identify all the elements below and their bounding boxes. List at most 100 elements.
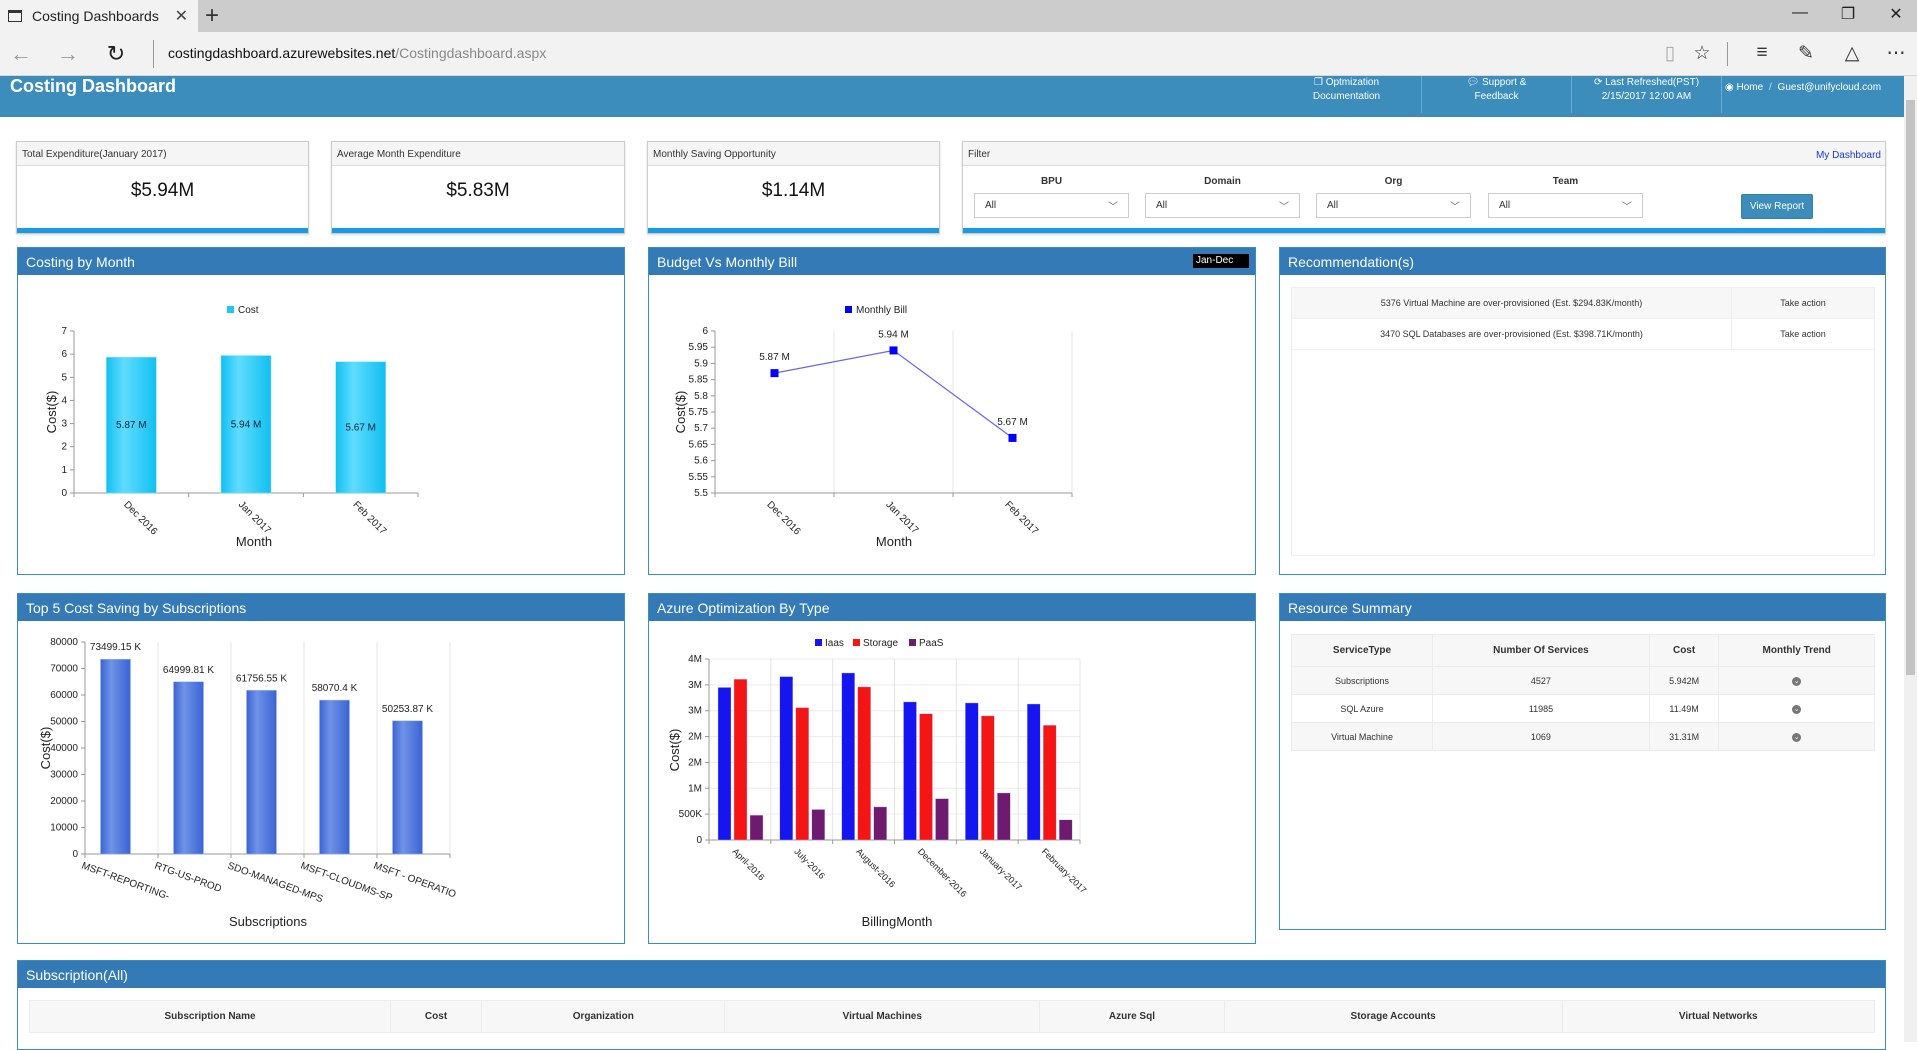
forward-icon[interactable]: →: [53, 41, 83, 67]
take-action-link[interactable]: Take action: [1731, 287, 1875, 319]
y-axis-title: Cost($): [667, 729, 682, 772]
column-header[interactable]: Virtual Machines: [724, 1000, 1041, 1033]
close-tab-icon[interactable]: ✕: [175, 6, 188, 26]
chat-bubble-icon: 💬︎: [1466, 77, 1482, 88]
x-tick-label: Jan 2017: [236, 499, 273, 536]
support-feedback-link[interactable]: 💬︎ Support & Feedback: [1422, 76, 1572, 113]
monthly-trend[interactable]: ⌄: [1718, 722, 1875, 751]
team-select[interactable]: All ﹀: [1488, 193, 1643, 218]
my-dashboard-link[interactable]: My Dashboard: [1816, 150, 1881, 161]
share-icon[interactable]: △: [1838, 42, 1866, 65]
x-tick-label: August-2016: [854, 846, 897, 889]
legend-label: PaaS: [919, 638, 944, 649]
range-select[interactable]: Jan-Dec: [1193, 254, 1249, 268]
column-header[interactable]: Azure Sql: [1039, 1000, 1225, 1033]
service-count-link[interactable]: 11985: [1432, 694, 1650, 723]
restore-icon[interactable]: ❐: [1828, 4, 1868, 24]
legend-swatch: [909, 639, 916, 646]
bpu-select[interactable]: All ﹀: [974, 193, 1129, 218]
minimize-icon[interactable]: —: [1780, 4, 1820, 22]
favorite-star-icon[interactable]: ☆: [1688, 42, 1716, 65]
monthly-trend[interactable]: ⌄: [1718, 694, 1875, 723]
domain-select[interactable]: All ﹀: [1145, 193, 1300, 218]
close-window-icon[interactable]: ✕: [1876, 4, 1916, 24]
y-tick-label: 0: [61, 488, 67, 499]
data-point: [770, 369, 779, 378]
bar: [173, 681, 204, 855]
bar-storage: [919, 713, 933, 841]
table-header-row: Subscription Name Cost Organization Virt…: [28, 1000, 1876, 1033]
kpi-average-month-expenditure: Average Month Expenditure $5.83M: [331, 141, 625, 234]
support-label: Support &: [1482, 77, 1527, 88]
filter-accent-bar: [963, 228, 1885, 233]
scrollbar-thumb[interactable]: [1906, 100, 1915, 675]
user-email[interactable]: Guest@unifycloud.com: [1778, 82, 1882, 93]
y-tick-label: 0: [696, 835, 702, 846]
new-tab-icon[interactable]: +: [205, 2, 219, 30]
y-tick-label: 60000: [50, 690, 78, 701]
bpu-value: All: [985, 200, 997, 211]
y-tick-label: 30000: [50, 770, 78, 781]
column-header: Monthly Trend: [1718, 634, 1875, 667]
view-report-button[interactable]: View Report: [1741, 194, 1813, 219]
column-header[interactable]: Virtual Networks: [1561, 1000, 1876, 1033]
domain-value: All: [1156, 200, 1168, 211]
y-tick-label: 5.7: [694, 423, 708, 434]
subscriptions-table: Subscription Name Cost Organization Virt…: [28, 1000, 1876, 1033]
org-select[interactable]: All ﹀: [1316, 193, 1471, 218]
bar: [319, 699, 350, 855]
monthly-trend[interactable]: ⌄: [1718, 666, 1875, 695]
url-field[interactable]: costingdashboard.azurewebsites.net/Costi…: [168, 45, 546, 61]
x-axis-title: BillingMonth: [862, 914, 933, 929]
kpi-label: Total Expenditure(January 2017): [17, 142, 308, 166]
column-header[interactable]: Organization: [481, 1000, 726, 1033]
y-tick-label: 5: [61, 372, 67, 383]
table-row: Subscriptions 4527 5.942M ⌄: [1290, 666, 1875, 695]
x-tick-label: Dec 2016: [121, 499, 159, 537]
page-title: Costing Dashboard: [10, 76, 177, 96]
x-axis-title: Subscriptions: [229, 914, 308, 929]
bar-paas: [749, 814, 764, 841]
browser-tab[interactable]: Costing Dashboards ✕: [0, 0, 198, 32]
y-tick-label: 0: [72, 849, 78, 860]
y-tick-label: 20000: [50, 796, 78, 807]
kpi-monthly-saving-opportunity: Monthly Saving Opportunity $1.14M: [647, 141, 940, 234]
bar-storage: [857, 686, 871, 841]
bar: [100, 658, 131, 855]
y-tick-label: 70000: [50, 664, 78, 675]
home-link[interactable]: Home: [1737, 82, 1764, 93]
column-header[interactable]: Cost: [390, 1000, 483, 1033]
take-action-link[interactable]: Take action: [1731, 318, 1875, 350]
optimization-documentation-link[interactable]: ❐ Optmization Documentation: [1272, 76, 1422, 113]
bar-data-label: 50253.87 K: [382, 704, 433, 715]
bar-iaas: [841, 672, 855, 841]
costing-by-month-chart: 0 1 2 3 4 5 6 7 5.87 M 5.94 M 5.67 M Dec 2016 Jan 20…: [44, 305, 419, 549]
legend-swatch: [845, 306, 852, 313]
column-header[interactable]: Subscription Name: [28, 1000, 392, 1033]
service-count-link[interactable]: 1069: [1432, 722, 1650, 751]
bar-iaas: [717, 687, 732, 841]
column-header[interactable]: Storage Accounts: [1223, 1000, 1563, 1033]
hub-icon[interactable]: ≡: [1748, 42, 1776, 64]
x-tick-label: January-2017: [978, 846, 1024, 892]
chevron-circle-down-icon[interactable]: ⌄: [1792, 677, 1802, 686]
bar-storage: [1042, 724, 1057, 841]
more-icon[interactable]: ⋯: [1882, 42, 1910, 65]
back-icon[interactable]: ←: [6, 41, 36, 67]
chevron-circle-down-icon[interactable]: ⌄: [1792, 705, 1802, 714]
recommendations-empty-area: [1291, 349, 1875, 556]
service-count-link[interactable]: 4527: [1432, 666, 1650, 695]
chevron-down-icon: ﹀: [1622, 202, 1632, 213]
refresh-sync-icon: ⟳: [1593, 77, 1606, 88]
y-tick-label: 10000: [50, 823, 78, 834]
series-line-monthly-bill: [774, 349, 1013, 439]
x-axis-title: Month: [876, 534, 912, 549]
y-tick-label: 50000: [50, 717, 78, 728]
chevron-circle-down-icon[interactable]: ⌄: [1792, 733, 1802, 742]
refresh-icon[interactable]: ↻: [101, 41, 131, 67]
web-note-icon[interactable]: ✎: [1792, 42, 1820, 65]
y-tick-label: 5.55: [689, 472, 709, 483]
kpi-accent-bar: [332, 228, 624, 233]
reading-view-icon[interactable]: ▯: [1656, 42, 1684, 65]
panel-title: Resource Summary: [1280, 594, 1885, 621]
